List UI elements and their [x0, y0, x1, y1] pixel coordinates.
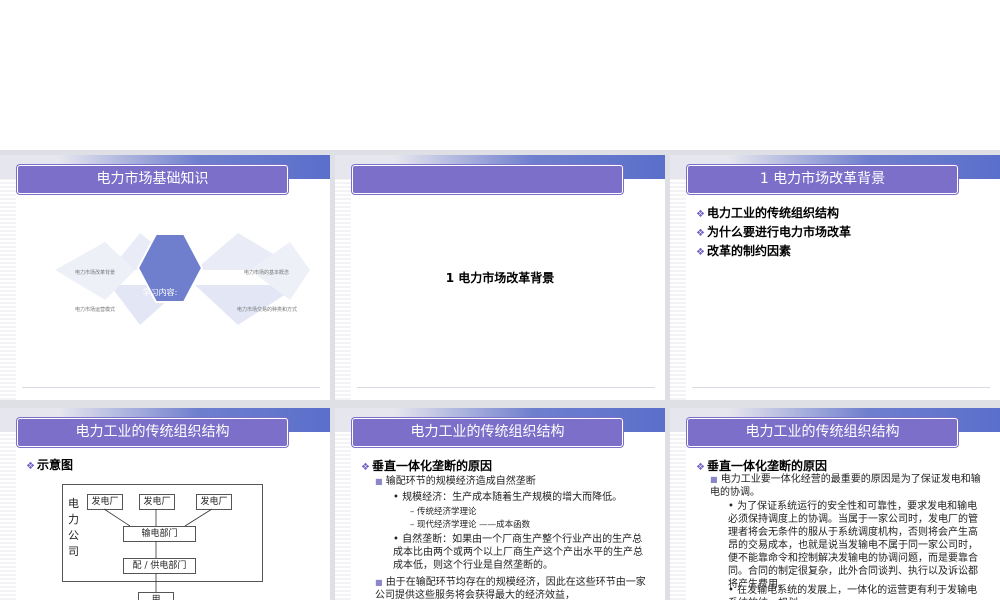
- slide-title: [352, 165, 623, 194]
- slide-footer-line: [357, 387, 655, 388]
- diagram-arrows: [103, 508, 213, 592]
- bullet-level-3: – 现代经济学理论 ——成本函数: [410, 520, 531, 530]
- list-item: ❖ 改革的制约因素: [696, 244, 791, 258]
- diamond-bullet-icon: ❖: [696, 209, 705, 220]
- center-label: 学习内容:: [142, 288, 178, 297]
- diagram-label-3: 电力市场运营模式: [75, 307, 116, 313]
- square-bullet-icon: ■: [375, 477, 383, 486]
- slide-title: 1 电力市场改革背景: [687, 165, 958, 194]
- bullet-level-2: • 在发输电系统的发展上，一体化的运营更有利于发输电系统的统一规划。: [728, 585, 978, 600]
- slide-footer-line: [22, 387, 320, 388]
- slide-title: 电力工业的传统组织结构: [352, 418, 623, 447]
- bullet-level-2: • 为了保证系统运行的安全性和可靠性，要求发电和输电必须保持调度上的协调。当属于…: [728, 501, 978, 590]
- bullet-level-1: ■ 输配环节的规模经济造成自然垄断: [375, 476, 536, 487]
- slide-thumbnail-2[interactable]: 1 电力市场改革背景: [335, 155, 665, 400]
- slide-side-pattern: [0, 179, 16, 400]
- diamond-bullet-icon: ❖: [361, 462, 370, 473]
- bullet-list: ❖ 电力工业的传统组织结构 ❖ 为什么要进行电力市场改革 ❖ 改革的制约因素: [696, 204, 851, 261]
- slide-body-heading: 1 电力市场改革背景: [445, 271, 555, 285]
- bullet-level-1: ■ 由于在输配环节均存在的规模经济，因此在这些环节由一家公司提供这些服务将会获得…: [375, 577, 646, 600]
- arrow-gen3: [184, 508, 213, 527]
- arrow-gen1: [103, 508, 131, 527]
- diagram-label-4: 电力市场交易的种类和方式: [237, 307, 298, 313]
- bullet-level-2: • 自然垄断：如果由一个厂商生产整个行业产出的生产总成本比由两个或两个以上厂商生…: [393, 534, 643, 571]
- diagram-label-1: 电力市场改革背景: [75, 270, 116, 276]
- slide-thumbnail-5[interactable]: 电力工业的传统组织结构 ❖ 垂直一体化垄断的原因 ■ 输配环节的规模经济造成自然垄…: [335, 408, 665, 600]
- slide-side-pattern: [335, 179, 351, 400]
- slide-title: 电力工业的传统组织结构: [687, 418, 958, 447]
- slide-footer-line: [692, 387, 990, 388]
- square-bullet-icon: ■: [710, 475, 718, 484]
- slide-side-pattern: [670, 432, 686, 600]
- list-item: ❖ 为什么要进行电力市场改革: [696, 225, 851, 239]
- diamond-bullet-icon: ❖: [696, 247, 705, 258]
- slide-side-pattern: [670, 179, 686, 400]
- diamond-bullet-icon: ❖: [696, 462, 705, 473]
- section-heading: ❖ 垂直一体化垄断的原因: [361, 459, 492, 473]
- diamond-bullet-icon: ❖: [696, 228, 705, 239]
- diagram-label-2: 电力市场的基本概念: [244, 270, 290, 276]
- slide-thumbnail-4[interactable]: 电力工业的传统组织结构 ❖ 示意图 电 力 公 司 发电厂 发电厂 发电厂 输电部…: [0, 408, 330, 600]
- list-item: ❖ 电力工业的传统组织结构: [696, 206, 839, 220]
- bullet-level-3: – 传统经济学理论: [410, 507, 477, 517]
- bullet-level-1: ■ 电力工业要一体化经营的最重要的原因是为了保证发电和输电的协调。: [710, 474, 981, 498]
- section-heading: ❖ 垂直一体化垄断的原因: [696, 459, 827, 473]
- bullet-level-2: • 规模经济：生产成本随着生产规模的增大而降低。: [393, 492, 623, 503]
- square-bullet-icon: ■: [375, 578, 383, 587]
- slide-thumbnail-3[interactable]: 1 电力市场改革背景 ❖ 电力工业的传统组织结构 ❖ 为什么要进行电力市场改革 ❖ 改…: [670, 155, 1000, 400]
- slide-title: 电力市场基础知识: [17, 165, 288, 194]
- slide-thumbnail-1[interactable]: 电力市场基础知识 学习内容: 电力市场改革背景 电力市场的基本概念 电力市场运营…: [0, 155, 330, 400]
- slide-thumbnail-6[interactable]: 电力工业的传统组织结构 ❖ 垂直一体化垄断的原因 ■ 电力工业要一体化经营的最重要…: [670, 408, 1000, 600]
- slide-side-pattern: [335, 432, 351, 600]
